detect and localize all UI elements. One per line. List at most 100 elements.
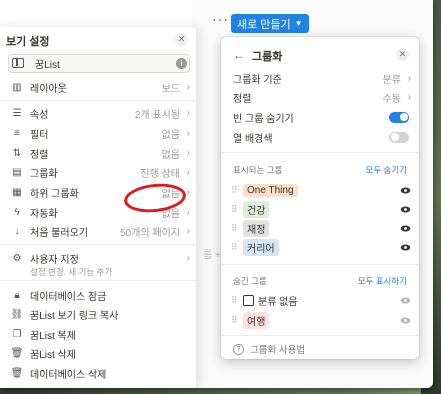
delete-view-row[interactable]: 🗑︎ 꿈List 삭제 [0, 343, 197, 363]
chevron-right-icon: › [186, 225, 190, 237]
group-item[interactable]: ⠿ 분류 없음 [231, 291, 411, 310]
subgroup-icon: ▦ [12, 186, 22, 198]
chevron-down-icon[interactable]: ▼ [295, 19, 303, 28]
group-by-row[interactable]: 그룹화 기준 분류 › [233, 69, 411, 87]
arrow-down-icon: ↓ [14, 225, 20, 237]
chevron-right-icon: › [186, 107, 190, 119]
group-icon: ▤ [12, 166, 22, 178]
view-name-input[interactable]: 꿈List [8, 54, 190, 73]
duplicate-row[interactable]: ❐ 꿈List 복제 [0, 324, 197, 344]
layout-label: 레이아웃 [30, 83, 67, 95]
screenshot-frame: ··· 새로 만들기 ▼ 름 + 보기 설정 ✕ 꿈List i ▥ 레이아웃 … [0, 0, 441, 394]
lock-db-label: 데이터베이스 잠금 [30, 291, 107, 303]
initial-load-row[interactable]: ↓ 처음 불러오기 50개의 페이지 › [0, 221, 197, 241]
close-icon[interactable]: ✕ [175, 33, 188, 46]
group-item[interactable]: ⠿ One Thing [231, 181, 411, 200]
customize-label: 사용자 지정 [30, 254, 79, 266]
hide-all-button[interactable]: 모두 숨기기 [366, 164, 407, 176]
group-row[interactable]: ▤ 그룹화 진행 상태 › [0, 162, 197, 182]
sort-row[interactable]: 정렬 수동 › [233, 88, 411, 106]
initial-load-label: 처음 불러오기 [30, 227, 88, 239]
customize-row[interactable]: ⚙ 사용자 지정 › [0, 248, 197, 268]
chevron-right-icon: › [186, 252, 190, 264]
sort-icon: ⇅ [12, 147, 22, 159]
panel-title: 보기 설정 [6, 36, 50, 48]
automation-label: 자동화 [30, 208, 58, 220]
divider [0, 244, 197, 245]
eye-icon[interactable] [400, 206, 411, 213]
drag-handle-icon[interactable]: ⠿ [231, 185, 238, 196]
layout-icon: ▥ [12, 81, 22, 93]
group-item[interactable]: ⠿ 여행 [231, 311, 411, 330]
filter-row[interactable]: ≡ 필터 없음 › [0, 123, 197, 143]
link-icon: ⛓ [10, 308, 24, 320]
divider [221, 264, 419, 265]
duplicate-icon: ❐ [12, 328, 22, 340]
drag-handle-icon[interactable]: ⠿ [231, 295, 238, 306]
group-settings-panel: ← 그룹화 ✕ 그룹화 기준 분류 › 정렬 수동 › 빈 그룹 숨기기 열 배… [221, 37, 419, 359]
duplicate-label: 꿈List 복제 [30, 330, 76, 342]
hide-empty-row: 빈 그룹 숨기기 [233, 108, 411, 126]
group-item[interactable]: ⠿ 건강 [231, 200, 411, 219]
group-tag: 여행 [243, 312, 270, 329]
chevron-right-icon: › [186, 206, 190, 218]
layout-row[interactable]: ▥ 레이아웃 보드 › [0, 77, 197, 97]
chevron-right-icon: › [186, 127, 190, 139]
close-icon[interactable]: ✕ [396, 48, 409, 61]
drag-handle-icon[interactable]: ⠿ [231, 242, 238, 253]
chevron-right-icon: › [186, 166, 190, 178]
info-icon[interactable]: i [176, 58, 187, 69]
view-settings-panel: 보기 설정 ✕ 꿈List i ▥ 레이아웃 보드 › ☰ 속성 2개 표시됨 … [0, 27, 197, 388]
eye-icon[interactable] [400, 187, 411, 194]
chevron-right-icon: › [186, 186, 190, 198]
drag-handle-icon[interactable]: ⠿ [231, 315, 238, 326]
lock-icon: 🔒︎ [14, 289, 20, 301]
new-button[interactable]: 새로 만들기 ▼ [231, 14, 309, 33]
lock-db-row[interactable]: 🔒︎ 데이터베이스 잠금 [0, 285, 197, 305]
group-item[interactable]: ⠿ 커리어 [231, 238, 411, 257]
filter-label: 필터 [30, 129, 49, 141]
column-bg-label: 열 배경색 [233, 133, 273, 145]
filter-icon: ≡ [14, 127, 20, 139]
eye-icon[interactable] [400, 297, 411, 304]
eye-icon[interactable] [400, 225, 411, 232]
divider [221, 152, 419, 153]
sort-row[interactable]: ⇅ 정렬 없음 › [0, 143, 197, 163]
column-bg-toggle[interactable] [389, 131, 409, 143]
chevron-right-icon: › [407, 91, 411, 103]
properties-value: 2개 표시됨 [134, 109, 180, 121]
help-link[interactable]: ? 그룹화 사용법 [233, 342, 305, 356]
board-ghost-text: 름 + [203, 250, 221, 261]
column-bg-row: 열 배경색 [233, 128, 411, 146]
back-arrow-icon[interactable]: ← [233, 48, 245, 62]
properties-label: 속성 [30, 109, 49, 121]
divider [0, 100, 197, 101]
more-options-icon[interactable]: ··· [212, 12, 228, 26]
new-button-label: 새로 만들기 [237, 18, 291, 31]
divider [221, 335, 419, 336]
group-label: 그룹화 [30, 168, 58, 180]
properties-icon: ☰ [12, 107, 22, 119]
properties-row[interactable]: ☰ 속성 2개 표시됨 › [0, 103, 197, 123]
hide-empty-label: 빈 그룹 숨기기 [233, 113, 294, 125]
trash-icon: 🗑︎ [10, 367, 24, 379]
app-window: ··· 새로 만들기 ▼ 름 + 보기 설정 ✕ 꿈List i ▥ 레이아웃 … [0, 0, 433, 388]
hidden-groups-label: 숨긴 그룹 [233, 276, 267, 286]
eye-icon[interactable] [400, 317, 411, 324]
layout-value: 보드 [161, 83, 180, 95]
drag-handle-icon[interactable]: ⠿ [231, 204, 238, 215]
chevron-right-icon: › [407, 72, 411, 84]
delete-db-row[interactable]: 🗑︎ 데이터베이스 삭제 [0, 363, 197, 383]
group-tag: 분류 없음 [258, 297, 298, 308]
hide-empty-toggle[interactable] [389, 111, 409, 123]
copy-link-row[interactable]: ⛓ 꿈List 보기 링크 복사 [0, 304, 197, 324]
no-category-item: 분류 없음 [243, 293, 298, 308]
eye-icon[interactable] [400, 244, 411, 251]
divider [0, 280, 197, 281]
group-item[interactable]: ⠿ 재정 [231, 219, 411, 238]
show-all-button[interactable]: 모두 표시하기 [358, 275, 407, 287]
help-icon: ? [233, 343, 244, 355]
inbox-icon [243, 295, 254, 306]
drag-handle-icon[interactable]: ⠿ [231, 223, 238, 234]
group-by-value: 분류 [382, 74, 401, 86]
